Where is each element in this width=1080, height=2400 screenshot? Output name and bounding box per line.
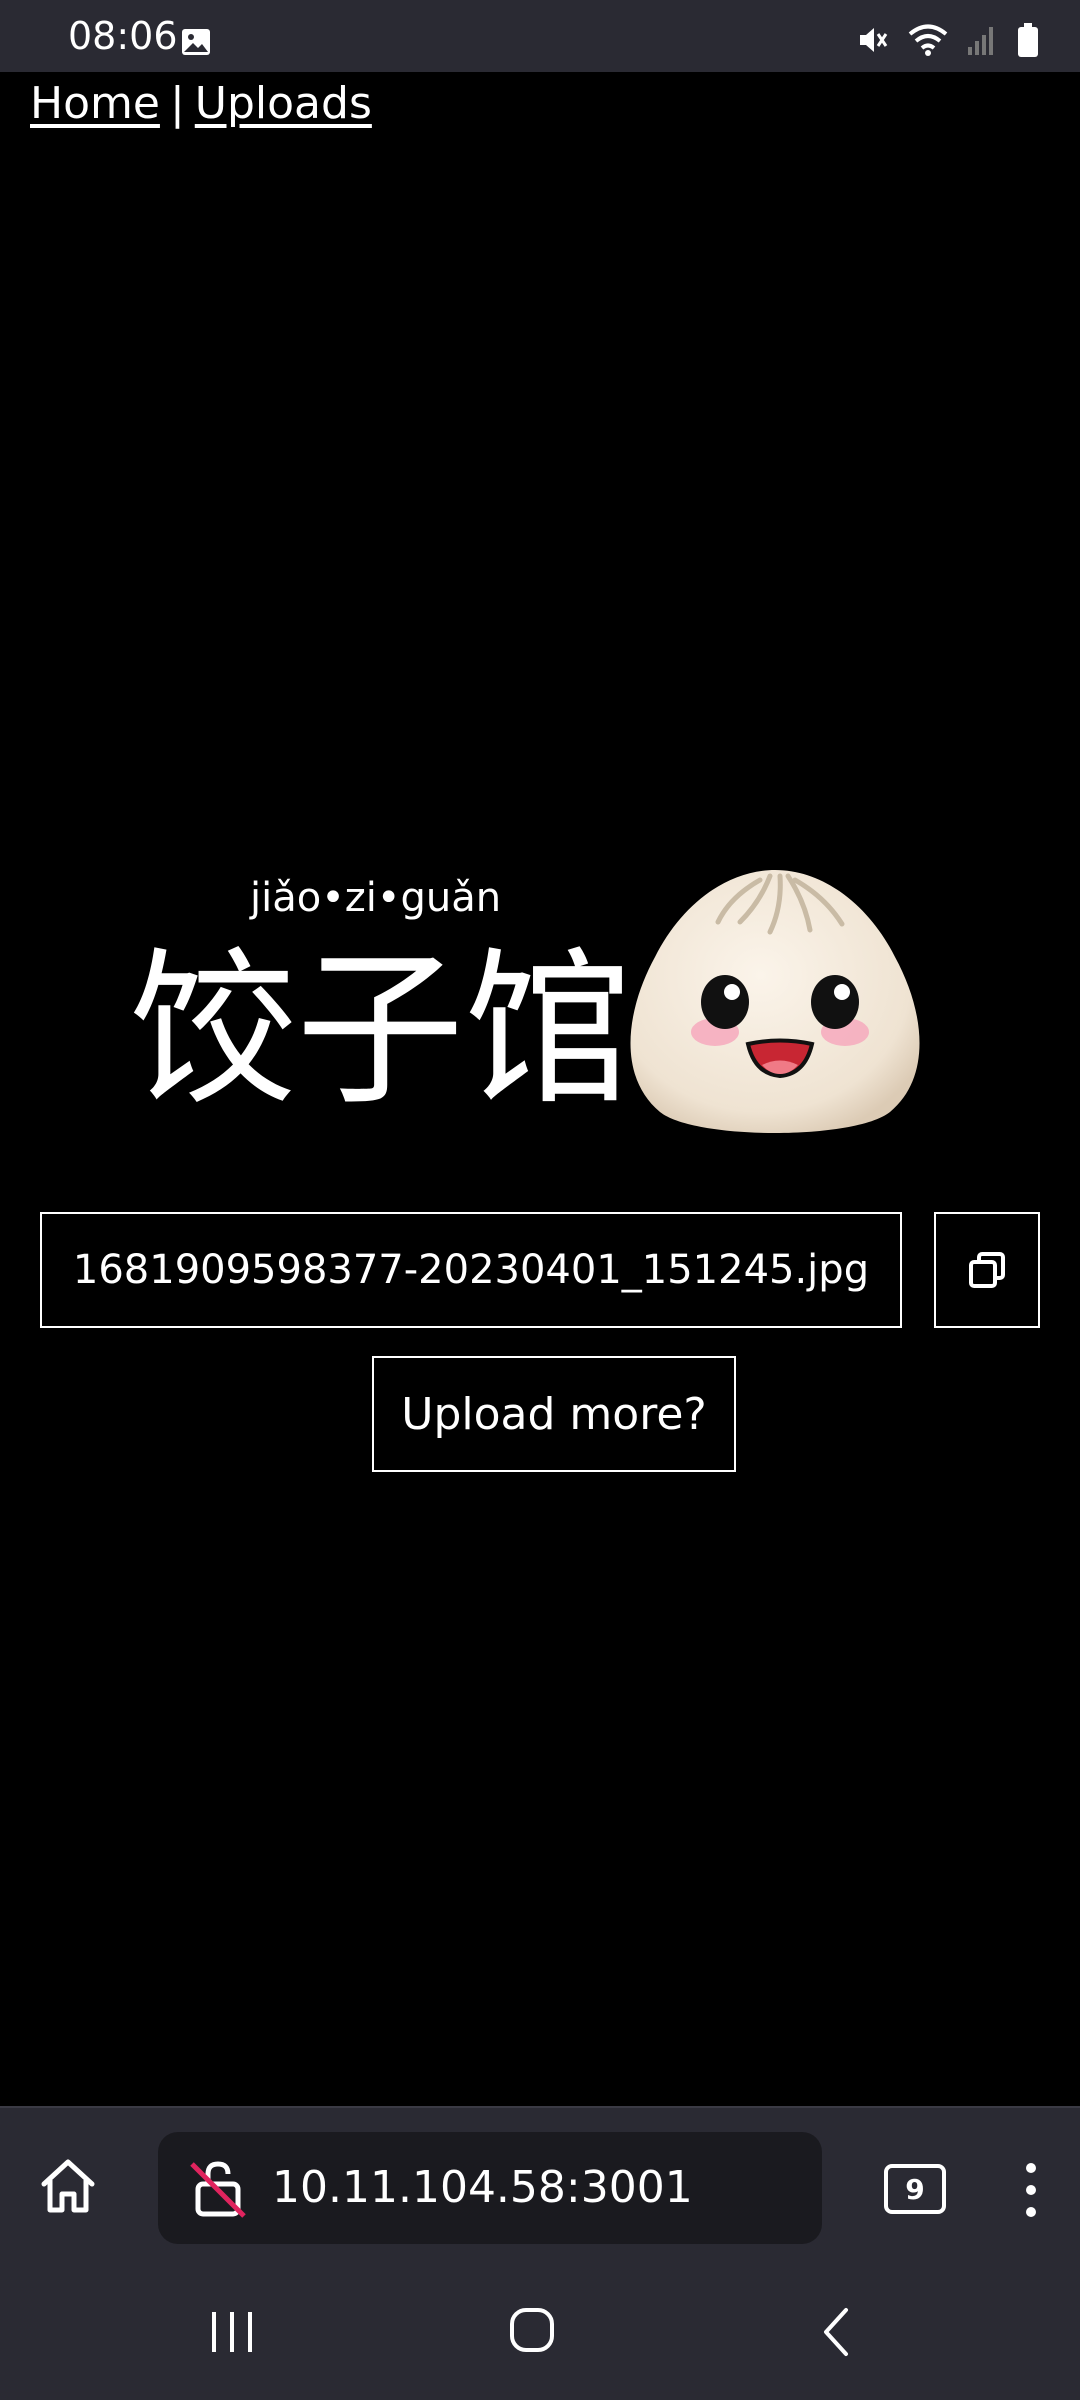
bao-bun-icon bbox=[630, 870, 920, 1133]
home-icon[interactable] bbox=[36, 2154, 100, 2218]
status-bar: 08:06 bbox=[0, 0, 1080, 72]
copy-icon bbox=[969, 1252, 1005, 1288]
logo-pinyin: jiǎo•zi•guǎn bbox=[250, 875, 502, 921]
insecure-lock-icon[interactable] bbox=[188, 2158, 248, 2218]
nav-uploads-link[interactable]: Uploads bbox=[195, 78, 372, 129]
copy-button[interactable] bbox=[934, 1212, 1040, 1328]
screen: 08:06 Home | Uploads jiǎo•zi•guǎn 饺子馆 16… bbox=[0, 0, 1080, 2400]
android-nav-bar bbox=[0, 2266, 1080, 2400]
battery-icon bbox=[1018, 23, 1038, 57]
signal-icon bbox=[968, 27, 993, 55]
status-icons bbox=[856, 20, 1040, 60]
tab-switcher-button[interactable]: 9 bbox=[884, 2164, 946, 2214]
logo-hanzi: 饺子馆 bbox=[128, 932, 632, 1128]
nav-separator: | bbox=[169, 78, 185, 129]
uploaded-filename-box[interactable]: 1681909598377-20230401_151245.jpg bbox=[40, 1212, 902, 1328]
wifi-icon bbox=[908, 24, 948, 56]
mute-icon bbox=[860, 28, 888, 52]
home-circle-icon[interactable] bbox=[504, 2300, 568, 2364]
nav-home-link[interactable]: Home bbox=[30, 78, 160, 129]
browser-toolbar: 10.11.104.58:3001 9 bbox=[0, 2106, 1080, 2268]
gallery-icon bbox=[182, 29, 210, 55]
more-vert-icon[interactable] bbox=[1016, 2160, 1046, 2220]
url-text[interactable]: 10.11.104.58:3001 bbox=[272, 2162, 693, 2213]
top-nav: Home | Uploads bbox=[30, 72, 372, 142]
upload-more-button[interactable]: Upload more? bbox=[372, 1356, 736, 1472]
url-bar[interactable]: 10.11.104.58:3001 bbox=[158, 2132, 822, 2244]
back-icon[interactable] bbox=[816, 2302, 856, 2362]
status-time: 08:06 bbox=[68, 14, 178, 58]
recents-icon[interactable] bbox=[204, 2304, 260, 2360]
